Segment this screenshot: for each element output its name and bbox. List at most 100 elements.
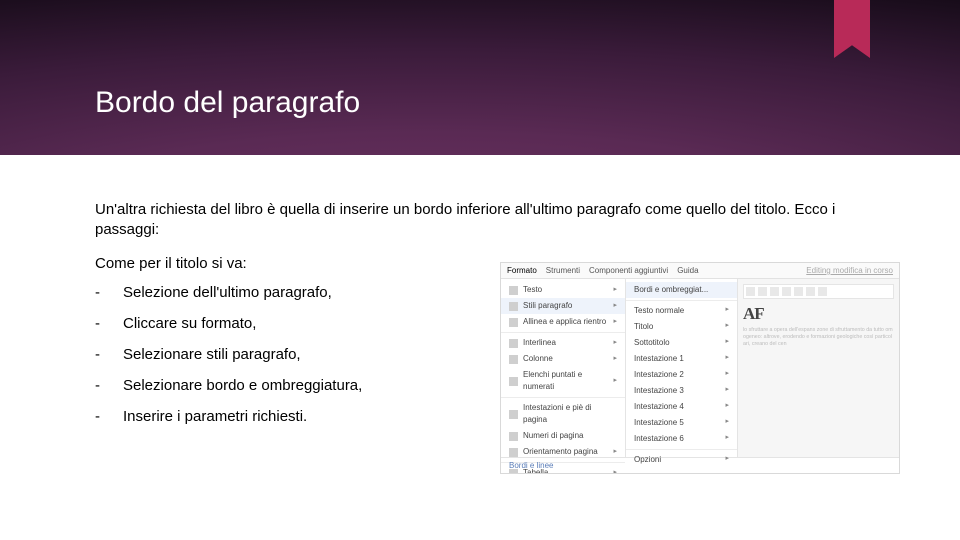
menu-item-icon bbox=[509, 355, 518, 364]
submenu-item: Testo normale ▸ bbox=[626, 303, 737, 319]
chevron-right-icon: ▸ bbox=[725, 337, 729, 349]
toolbar-icon bbox=[818, 287, 827, 296]
submenu-item: Intestazione 1▸ bbox=[626, 351, 737, 367]
menu-item-label: Orientamento pagina bbox=[523, 446, 598, 458]
menu-item-label: Testo bbox=[523, 284, 542, 296]
chevron-right-icon: ▸ bbox=[725, 321, 729, 333]
chevron-right-icon: ▸ bbox=[725, 433, 729, 445]
menu-strumenti: Strumenti bbox=[546, 266, 580, 275]
menu-item-icon bbox=[509, 318, 518, 327]
bullet-dash: - bbox=[95, 315, 103, 332]
submenu-item: Intestazione 5 ▸ bbox=[626, 415, 737, 431]
submenu-item: Bordi e ombreggiat... bbox=[626, 282, 737, 298]
menu-separator bbox=[501, 332, 625, 333]
menu-item-label: Numeri di pagina bbox=[523, 430, 583, 442]
list-item: - Inserire i parametri richiesti. bbox=[95, 408, 535, 425]
preview-heading: AF bbox=[743, 302, 894, 324]
submenu-item-label: Testo normale bbox=[634, 305, 684, 317]
chevron-right-icon: ▸ bbox=[725, 369, 729, 381]
stili-paragrafo-submenu: Bordi e ombreggiat...Testo normale▸Titol… bbox=[626, 279, 738, 457]
menu-item-icon bbox=[509, 448, 518, 457]
submenu-item-label: Intestazione 1 bbox=[634, 353, 684, 365]
menubar: Formato Strumenti Componenti aggiuntivi … bbox=[501, 263, 899, 279]
toolbar-icon bbox=[770, 287, 779, 296]
chevron-right-icon: ▸ bbox=[725, 401, 729, 413]
chevron-right-icon: ▸ bbox=[613, 447, 617, 458]
steps-list: - Selezione dell'ultimo paragrafo, - Clicc… bbox=[95, 284, 535, 425]
toolbar-icon bbox=[746, 287, 755, 296]
bullet-dash: - bbox=[95, 377, 103, 394]
menu-separator bbox=[626, 300, 737, 301]
bullet-dash: - bbox=[95, 408, 103, 425]
bullet-dash: - bbox=[95, 284, 103, 301]
menu-guida: Guida bbox=[677, 266, 698, 275]
menu-item: Stili paragrafo▸ bbox=[501, 298, 625, 314]
menu-item: Orientamento pagina ▸ bbox=[501, 444, 625, 460]
step-text: Cliccare su formato, bbox=[123, 315, 535, 332]
chevron-right-icon: ▸ bbox=[725, 454, 729, 466]
menu-item-label: Stili paragrafo bbox=[523, 300, 572, 312]
submenu-item: Intestazione 6 ▸ bbox=[626, 431, 737, 447]
submenu-item: Opzioni ▸ bbox=[626, 452, 737, 468]
menu-separator bbox=[626, 449, 737, 450]
step-text: Selezione dell'ultimo paragrafo, bbox=[123, 284, 535, 301]
submenu-item-label: Intestazione 4 bbox=[634, 401, 684, 413]
menu-item: Interlinea ▸ bbox=[501, 335, 625, 351]
submenu-item: Intestazione 4 ▸ bbox=[626, 399, 737, 415]
submenu-item: Titolo ▸ bbox=[626, 319, 737, 335]
menu-item: Numeri di pagina bbox=[501, 428, 625, 444]
chevron-right-icon: ▸ bbox=[725, 417, 729, 429]
step-text: Selezionare bordo e ombreggiatura, bbox=[123, 377, 535, 394]
menu-componenti: Componenti aggiuntivi bbox=[589, 266, 668, 275]
chevron-right-icon: ▸ bbox=[613, 317, 617, 328]
step-text: Inserire i parametri richiesti. bbox=[123, 408, 535, 425]
chevron-right-icon: ▸ bbox=[725, 385, 729, 397]
slide-header: Bordo del paragrafo bbox=[0, 0, 960, 155]
menu-item-icon bbox=[509, 302, 518, 311]
menubar-note: Editing modifica in corso bbox=[806, 266, 893, 275]
list-item: - Selezione dell'ultimo paragrafo, bbox=[95, 284, 535, 301]
menu-item-label: Allinea e applica rientro bbox=[523, 316, 606, 328]
toolbar-icon bbox=[806, 287, 815, 296]
submenu-item-label: Intestazione 6 bbox=[634, 433, 684, 445]
menu-item-icon bbox=[509, 377, 518, 386]
chevron-right-icon: ▸ bbox=[613, 354, 617, 365]
menu-item: Allinea e applica rientro ▸ bbox=[501, 314, 625, 330]
ribbon-decoration bbox=[834, 0, 870, 58]
preview-body-text: lo sfruttare a opera dell'espans zone di… bbox=[743, 324, 894, 348]
submenu-item-label: Opzioni bbox=[634, 454, 661, 466]
embedded-screenshot: Formato Strumenti Componenti aggiuntivi … bbox=[500, 262, 900, 474]
chevron-right-icon: ▸ bbox=[613, 338, 617, 349]
document-preview: AF lo sfruttare a opera dell'espans zone… bbox=[738, 279, 899, 457]
menu-formato: Formato bbox=[507, 266, 537, 275]
slide-title: Bordo del paragrafo bbox=[95, 86, 360, 120]
chevron-right-icon: ▸ bbox=[613, 376, 617, 387]
menu-item-icon bbox=[509, 286, 518, 295]
menu-item-label: Intestazioni e piè di pagina bbox=[523, 402, 617, 426]
step-text: Selezionare stili paragrafo, bbox=[123, 346, 535, 363]
toolbar-icon bbox=[794, 287, 803, 296]
menu-body: Testo▸Stili paragrafo▸Allinea e applica … bbox=[501, 279, 899, 457]
submenu-item-label: Bordi e ombreggiat... bbox=[634, 284, 708, 296]
submenu-item-label: Sottotitolo bbox=[634, 337, 670, 349]
submenu-item: Sottotitolo ▸ bbox=[626, 335, 737, 351]
intro-paragraph: Un'altra richiesta del libro è quella di… bbox=[95, 200, 865, 241]
menu-item-icon bbox=[509, 432, 518, 441]
submenu-item-label: Intestazione 2 bbox=[634, 369, 684, 381]
submenu-item-label: Titolo bbox=[634, 321, 653, 333]
menu-item: Intestazioni e piè di pagina bbox=[501, 400, 625, 428]
submenu-item: Intestazione 3 ▸ bbox=[626, 383, 737, 399]
submenu-item-label: Intestazione 5 bbox=[634, 417, 684, 429]
list-item: - Selezionare bordo e ombreggiatura, bbox=[95, 377, 535, 394]
toolbar-icon bbox=[782, 287, 791, 296]
menu-item-icon bbox=[509, 410, 518, 419]
submenu-item: Intestazione 2 ▸ bbox=[626, 367, 737, 383]
submenu-item-label: Intestazione 3 bbox=[634, 385, 684, 397]
menu-item: Testo▸ bbox=[501, 282, 625, 298]
toolbar-icon bbox=[758, 287, 767, 296]
menu-item-label: Elenchi puntati e numerati bbox=[523, 369, 608, 393]
chevron-right-icon: ▸ bbox=[725, 305, 729, 317]
menu-item-label: Colonne bbox=[523, 353, 553, 365]
menu-item: Elenchi puntati e numerati ▸ bbox=[501, 367, 625, 395]
menu-item-label: Interlinea bbox=[523, 337, 556, 349]
